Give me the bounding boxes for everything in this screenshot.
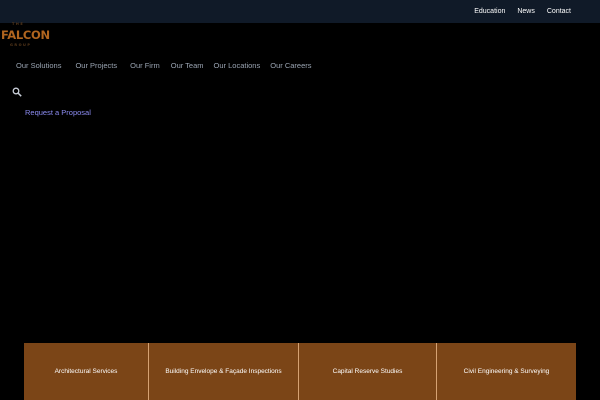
nav-item-our-projects[interactable]: Our Projects — [75, 61, 117, 70]
nav-item-our-careers[interactable]: Our Careers — [270, 61, 311, 70]
nav-item-our-locations[interactable]: Our Locations — [214, 61, 261, 70]
logo-wordmark: FALCON — [1, 28, 50, 42]
search-icon — [12, 87, 22, 97]
search-button[interactable] — [12, 84, 22, 97]
service-tile-civil-engineering[interactable]: Civil Engineering & Surveying — [437, 343, 576, 400]
services-strip: Architectural Services Building Envelope… — [24, 343, 576, 400]
service-tile-label: Architectural Services — [54, 368, 118, 375]
logo-bottom-text: GROUP — [10, 43, 32, 47]
nav-link-news[interactable]: News — [517, 8, 535, 16]
main-nav: Our Solutions Our Projects Our Firm Our … — [16, 61, 312, 70]
nav-item-our-solutions[interactable]: Our Solutions — [16, 61, 61, 70]
service-tile-label: Civil Engineering & Surveying — [463, 368, 550, 375]
nav-link-education[interactable]: Education — [474, 8, 505, 16]
top-utility-bar: Education News Contact — [0, 0, 600, 23]
service-tile-label: Capital Reserve Studies — [332, 368, 403, 375]
service-tile-label: Building Envelope & Façade Inspections — [165, 368, 282, 375]
nav-item-our-firm[interactable]: Our Firm — [130, 61, 160, 70]
utility-nav: Education News Contact — [474, 8, 571, 16]
nav-link-contact[interactable]: Contact — [547, 8, 571, 16]
service-tile-capital-reserve[interactable]: Capital Reserve Studies — [299, 343, 437, 400]
request-proposal-link[interactable]: Request a Proposal — [25, 108, 91, 117]
logo-top-text: THE — [12, 22, 25, 26]
site-logo[interactable]: THE FALCON GROUP — [0, 22, 62, 50]
service-tile-building-envelope[interactable]: Building Envelope & Façade Inspections — [149, 343, 299, 400]
service-tile-architectural[interactable]: Architectural Services — [24, 343, 149, 400]
nav-item-our-team[interactable]: Our Team — [171, 61, 204, 70]
